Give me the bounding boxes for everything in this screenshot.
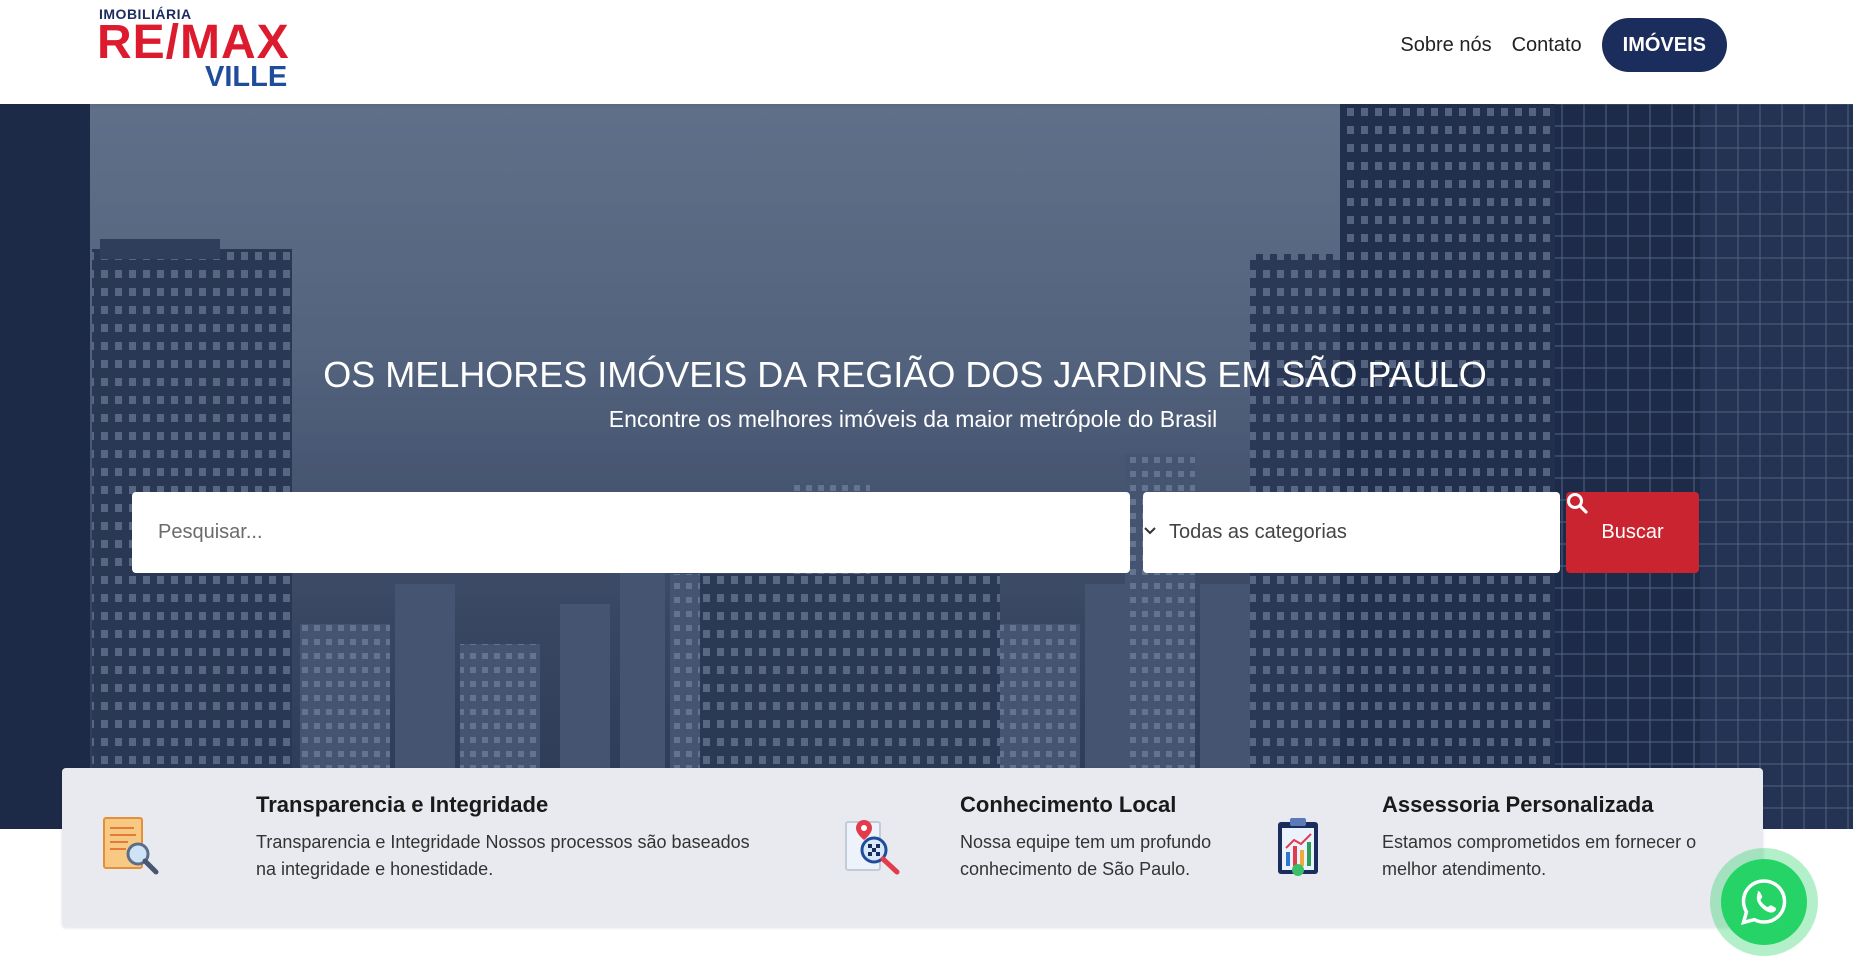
feature-personalized-advice: Assessoria Personalizada Estamos comprom… <box>1222 768 1762 927</box>
feature-description: Nossa equipe tem um profundo conheciment… <box>960 832 1212 879</box>
feature-title: Transparencia e Integridade <box>256 792 549 817</box>
search-icon <box>1567 493 1588 514</box>
feature-title: Conhecimento Local <box>960 792 1177 817</box>
feature-transparency: Transparencia e Integridade Transparenci… <box>62 768 762 927</box>
clipboard-chart-icon <box>1278 818 1318 876</box>
search-button[interactable]: Buscar <box>1566 492 1699 573</box>
hero-subtitle: Encontre os melhores imóveis da maior me… <box>608 406 1218 432</box>
feature-local-knowledge: Conhecimento Local Nossa equipe tem um p… <box>762 768 1222 927</box>
nav-link-contact[interactable]: Contato <box>1512 34 1582 57</box>
whatsapp-button-inner <box>1721 859 1807 945</box>
hero-banner: OS MELHORES IMÓVEIS DA REGIÃO DOS JARDIN… <box>0 104 1853 829</box>
site-header: IMOBILIÁRIA RE/MAX VILLE Sobre nós Conta… <box>0 0 1853 104</box>
chevron-down-icon <box>1144 527 1156 535</box>
nav-properties-button[interactable]: IMÓVEIS <box>1601 18 1727 72</box>
main-nav: Sobre nós Contato IMÓVEIS <box>1400 18 1727 72</box>
logo-wordmark: RE/MAX <box>97 16 290 69</box>
location-search-icon <box>845 820 900 875</box>
hero-title: OS MELHORES IMÓVEIS DA REGIÃO DOS JARDIN… <box>323 354 1487 395</box>
whatsapp-button[interactable] <box>1710 848 1818 956</box>
document-search-icon <box>103 817 159 875</box>
search-button-label: Buscar <box>1601 521 1664 543</box>
features-section: Transparencia e Integridade Transparenci… <box>62 768 1763 927</box>
remax-ville-logo[interactable]: IMOBILIÁRIA RE/MAX VILLE <box>97 4 297 93</box>
whatsapp-icon <box>1740 879 1787 925</box>
feature-description: Transparencia e Integridade Nossos proce… <box>256 832 750 879</box>
city-skyline-background <box>0 104 1853 829</box>
category-select-value: Todas as categorias <box>1169 521 1347 543</box>
logo-subname: VILLE <box>205 61 288 93</box>
search-input[interactable] <box>132 492 1130 573</box>
feature-description: Estamos comprometidos em fornecer o melh… <box>1382 832 1697 879</box>
feature-title: Assessoria Personalizada <box>1382 792 1654 817</box>
nav-link-about[interactable]: Sobre nós <box>1400 34 1491 57</box>
category-select[interactable]: Todas as categorias <box>1143 492 1560 573</box>
